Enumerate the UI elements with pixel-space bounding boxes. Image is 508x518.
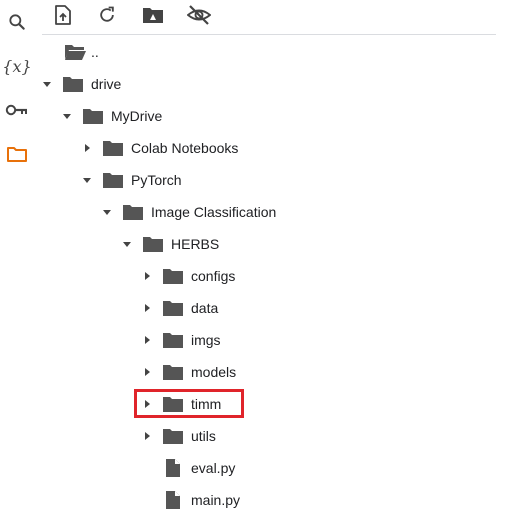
folder-row-models[interactable]: models bbox=[0, 356, 496, 388]
folder-row-mydrive[interactable]: MyDrive bbox=[0, 100, 496, 132]
folder-row-pytorch[interactable]: PyTorch bbox=[0, 164, 496, 196]
folder-icon bbox=[122, 203, 144, 221]
file-icon bbox=[162, 491, 184, 509]
file-row-main-py[interactable]: main.py bbox=[0, 484, 496, 516]
folder-icon bbox=[142, 235, 164, 253]
folder-icon bbox=[102, 171, 124, 189]
folder-label: utils bbox=[191, 428, 216, 444]
chevron-down-icon[interactable] bbox=[41, 78, 53, 90]
hide-hidden-files-icon bbox=[186, 4, 212, 30]
folder-icon bbox=[162, 267, 184, 285]
refresh-button[interactable] bbox=[93, 3, 121, 31]
chevron-right-icon[interactable] bbox=[141, 270, 153, 282]
folder-label: MyDrive bbox=[111, 108, 163, 124]
search-button[interactable] bbox=[0, 6, 34, 38]
folder-icon bbox=[102, 139, 124, 157]
folder-icon bbox=[162, 363, 184, 381]
folder-label: HERBS bbox=[171, 236, 220, 252]
folder-icon bbox=[62, 75, 84, 93]
folder-icon bbox=[162, 331, 184, 349]
chevron-right-icon[interactable] bbox=[81, 142, 93, 154]
folder-row-herbs[interactable]: HERBS bbox=[0, 228, 496, 260]
file-tree: .. drive MyDrive Colab Notebooks PyTorch Ima… bbox=[0, 36, 508, 518]
folder-open-icon bbox=[64, 43, 86, 61]
folder-icon bbox=[82, 107, 104, 125]
folder-label: Colab Notebooks bbox=[131, 140, 239, 156]
folder-label: imgs bbox=[191, 332, 221, 348]
folder-label: timm bbox=[191, 396, 222, 412]
folder-label: PyTorch bbox=[131, 172, 182, 188]
folder-icon bbox=[162, 395, 184, 413]
search-icon bbox=[7, 12, 27, 32]
mount-drive-icon bbox=[142, 5, 164, 30]
refresh-icon bbox=[97, 5, 117, 30]
folder-row-colab-notebooks[interactable]: Colab Notebooks bbox=[0, 132, 496, 164]
folder-label: data bbox=[191, 300, 219, 316]
parent-directory-label: .. bbox=[91, 44, 99, 60]
chevron-down-icon[interactable] bbox=[81, 174, 93, 186]
file-icon bbox=[162, 459, 184, 477]
folder-row-utils[interactable]: utils bbox=[0, 420, 496, 452]
folder-row-configs[interactable]: configs bbox=[0, 260, 496, 292]
file-label: main.py bbox=[191, 492, 241, 508]
chevron-right-icon[interactable] bbox=[141, 366, 153, 378]
mount-drive-button[interactable] bbox=[139, 3, 167, 31]
chevron-right-icon[interactable] bbox=[141, 302, 153, 314]
chevron-down-icon[interactable] bbox=[121, 238, 133, 250]
upload-button[interactable] bbox=[49, 3, 77, 31]
file-toolbar bbox=[42, 0, 496, 35]
toggle-hidden-button[interactable] bbox=[185, 3, 213, 31]
folder-row-timm[interactable]: timm bbox=[0, 388, 496, 420]
parent-directory-row[interactable]: .. bbox=[0, 36, 496, 68]
chevron-right-icon[interactable] bbox=[141, 398, 153, 410]
folder-label: configs bbox=[191, 268, 236, 284]
folder-row-data[interactable]: data bbox=[0, 292, 496, 324]
folder-row-image-classification[interactable]: Image Classification bbox=[0, 196, 496, 228]
file-row-eval-py[interactable]: eval.py bbox=[0, 452, 496, 484]
file-label: eval.py bbox=[191, 460, 236, 476]
folder-label: models bbox=[191, 364, 237, 380]
chevron-down-icon[interactable] bbox=[61, 110, 73, 122]
folder-row-drive[interactable]: drive bbox=[0, 68, 496, 100]
folder-label: drive bbox=[91, 76, 122, 92]
chevron-right-icon[interactable] bbox=[141, 430, 153, 442]
folder-row-imgs[interactable]: imgs bbox=[0, 324, 496, 356]
folder-icon bbox=[162, 299, 184, 317]
chevron-down-icon[interactable] bbox=[101, 206, 113, 218]
chevron-right-icon[interactable] bbox=[141, 334, 153, 346]
upload-file-icon bbox=[54, 4, 72, 30]
folder-label: Image Classification bbox=[151, 204, 277, 220]
folder-icon bbox=[162, 427, 184, 445]
